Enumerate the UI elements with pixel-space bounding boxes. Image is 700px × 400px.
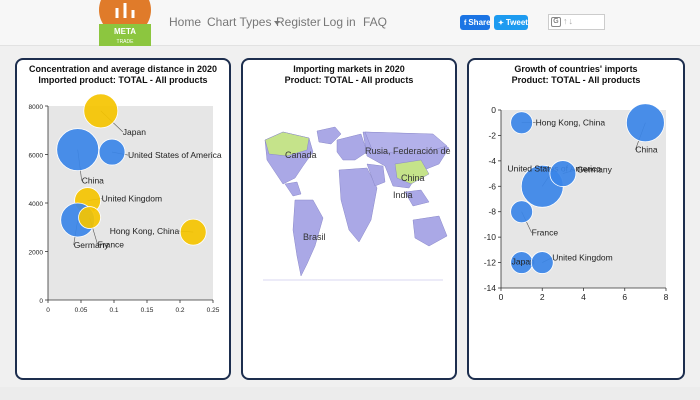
nav-chart-types[interactable]: Chart Types — [207, 15, 281, 29]
nav-home[interactable]: Home — [169, 15, 201, 29]
concentration-bubble-label: France — [98, 240, 125, 250]
importing-markets-map-panel: Importing markets in 2020 Product: TOTAL… — [241, 58, 457, 380]
world-map[interactable]: Canada Rusia, Federación de China India … — [243, 60, 455, 378]
concentration-bubble-label: Japan — [123, 127, 146, 137]
growth-y-tick-label: -4 — [488, 156, 496, 166]
map-africa — [338, 167, 378, 243]
nav-login[interactable]: Log in — [323, 15, 356, 29]
growth-y-tick-label: -12 — [484, 258, 497, 268]
concentration-bubble-label: United States of America — [128, 150, 222, 160]
concentration-x-tick-label: 0.05 — [75, 307, 88, 314]
nav-faq[interactable]: FAQ — [363, 15, 387, 29]
concentration-chart-panel: Concentration and average distance in 20… — [15, 58, 231, 380]
logo[interactable]: META TRADE — [97, 0, 153, 46]
growth-chart[interactable]: 0-2-4-6-8-10-12-140 2 4 6 8Hong Kong, ChinaC… — [469, 60, 683, 378]
map-label-china: China — [401, 173, 425, 183]
google-translate-icon: G — [551, 17, 561, 27]
facebook-icon: f — [464, 20, 467, 27]
growth-bubble-label: Hong Kong, China — [536, 118, 606, 128]
concentration-x-tick-label: 0.2 — [175, 307, 184, 314]
translate-widget[interactable]: G ↑↓ — [548, 14, 605, 30]
page-footer-strip — [0, 387, 700, 400]
facebook-share-label: Share — [468, 18, 491, 27]
concentration-bubble-label: China — [82, 176, 104, 186]
logo-subtext: TRADE — [117, 39, 135, 45]
nav-chart-types-label: Chart Types — [207, 15, 272, 29]
map-label-india: India — [393, 190, 413, 200]
translate-arrows-icon: ↑↓ — [563, 16, 574, 26]
concentration-bubble[interactable] — [179, 218, 207, 246]
concentration-bubble-label: United Kingdom — [102, 194, 162, 204]
growth-bubble-label: Germany — [577, 165, 613, 175]
concentration-x-tick-label: 0.25 — [207, 307, 220, 314]
growth-y-tick-label: -14 — [484, 283, 497, 293]
navbar: META TRADE Home Chart Types Register Log… — [0, 0, 700, 46]
growth-bubble[interactable] — [549, 160, 577, 187]
growth-y-tick-label: -10 — [484, 232, 497, 242]
concentration-bubble[interactable] — [98, 138, 126, 166]
map-australia — [412, 215, 448, 247]
growth-x-tick-label: 0 — [499, 292, 504, 302]
growth-y-tick-label: 0 — [491, 105, 496, 115]
concentration-bubble[interactable] — [56, 128, 100, 172]
growth-chart-panel: Growth of countries' imports Product: TO… — [467, 58, 685, 380]
concentration-bubble-label: Hong Kong, China — [110, 226, 180, 236]
concentration-bubble[interactable] — [78, 206, 101, 229]
concentration-x-tick-label: 0 — [46, 307, 50, 314]
growth-bubble[interactable] — [510, 111, 534, 135]
concentration-chart[interactable]: 0 2000 4000 6000 8000 0 0.05 0.1 0.15 0.2 0.25 Japa… — [17, 60, 229, 378]
growth-y-tick-label: -6 — [488, 181, 496, 191]
concentration-y-tick-label: 8000 — [29, 104, 44, 111]
twitter-icon: ✦ — [498, 20, 504, 27]
concentration-y-tick-label: 6000 — [29, 153, 44, 160]
concentration-y-tick-label: 0 — [39, 298, 43, 305]
facebook-share-button[interactable]: f Share — [460, 15, 491, 30]
map-europe — [336, 133, 368, 161]
growth-x-tick-label: 8 — [664, 292, 669, 302]
map-central-america — [284, 181, 302, 197]
logo-text: META — [114, 27, 136, 36]
nav-register[interactable]: Register — [276, 15, 321, 29]
growth-x-tick-label: 6 — [622, 292, 627, 302]
growth-bubble[interactable] — [510, 200, 534, 224]
concentration-bubble[interactable] — [83, 93, 119, 129]
concentration-x-tick-label: 0.1 — [109, 307, 118, 314]
concentration-y-tick-label: 4000 — [29, 201, 44, 208]
map-label-russia: Rusia, Federación de — [365, 146, 451, 156]
concentration-x-tick-label: 0.15 — [141, 307, 154, 314]
growth-x-tick-label: 4 — [581, 292, 586, 302]
growth-y-tick-label: -8 — [488, 207, 496, 217]
twitter-tweet-label: Tweet — [505, 18, 528, 27]
growth-bubble-label: China — [635, 145, 657, 155]
concentration-y-tick-label: 2000 — [29, 250, 44, 257]
growth-bubble[interactable] — [530, 251, 554, 274]
map-label-canada: Canada — [285, 150, 317, 160]
growth-x-tick-label: 2 — [540, 292, 545, 302]
growth-bubble[interactable] — [625, 103, 665, 143]
growth-bubble-label: France — [532, 228, 559, 238]
twitter-tweet-button[interactable]: ✦ Tweet — [494, 15, 528, 30]
map-label-brasil: Brasil — [303, 232, 326, 242]
growth-bubble-label: United Kingdom — [552, 253, 612, 263]
growth-y-tick-label: -2 — [488, 130, 496, 140]
